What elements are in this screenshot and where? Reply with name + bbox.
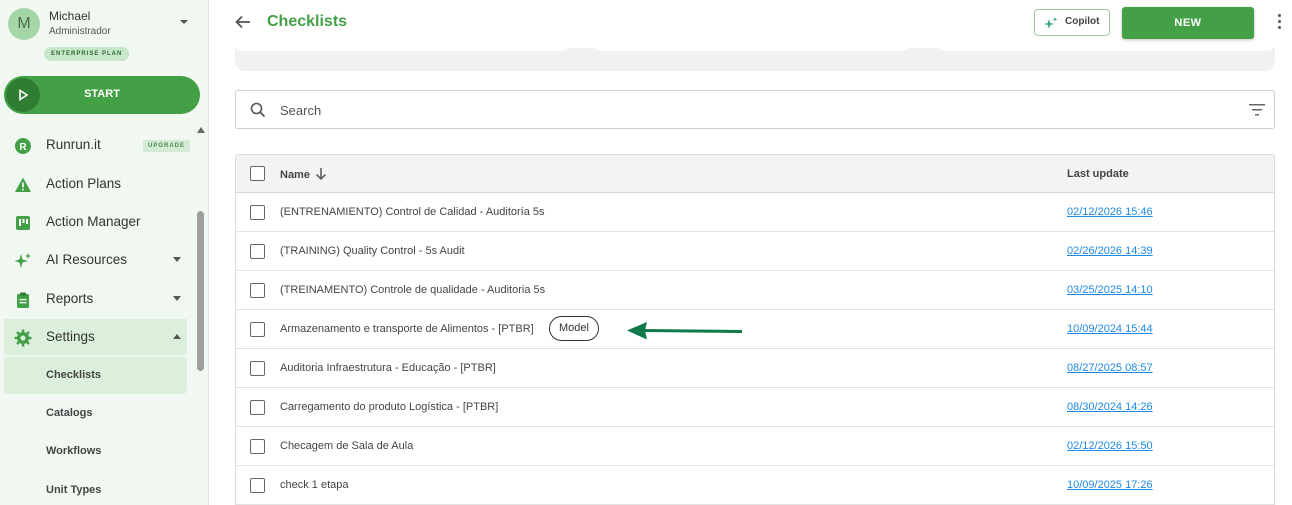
row-date-link[interactable]: 08/30/2024 14:26 bbox=[1067, 401, 1153, 413]
table-header: Name Last update bbox=[236, 155, 1274, 193]
sidebar-subitem-checklists[interactable]: Checklists bbox=[4, 357, 187, 394]
start-button[interactable]: START bbox=[4, 76, 200, 114]
row-checkbox[interactable] bbox=[250, 439, 265, 454]
row-checkbox[interactable] bbox=[250, 478, 265, 493]
avatar: M bbox=[8, 8, 40, 40]
row-name[interactable]: Auditoria Infraestrutura - Educação - [P… bbox=[280, 362, 496, 374]
row-name[interactable]: (ENTRENAMIENTO) Control de Calidad - Aud… bbox=[280, 206, 545, 218]
row-checkbox[interactable] bbox=[250, 322, 265, 337]
user-name: Michael bbox=[49, 9, 91, 23]
table-row[interactable]: (TRAINING) Quality Control - 5s Audit 02… bbox=[236, 232, 1274, 271]
table-row[interactable]: Checagem de Sala de Aula 02/12/2026 15:5… bbox=[236, 427, 1274, 466]
row-checkbox[interactable] bbox=[250, 244, 265, 259]
row-date-link[interactable]: 03/25/2025 14:10 bbox=[1067, 284, 1153, 296]
copilot-label: Copilot bbox=[1065, 16, 1100, 27]
table-row[interactable]: Auditoria Infraestrutura - Educação - [P… bbox=[236, 349, 1274, 388]
svg-text:R: R bbox=[19, 142, 27, 153]
row-name[interactable]: Checagem de Sala de Aula bbox=[280, 440, 413, 452]
row-date-link[interactable]: 02/12/2026 15:46 bbox=[1067, 206, 1153, 218]
select-all-checkbox[interactable] bbox=[250, 166, 265, 181]
scroll-thumb[interactable] bbox=[197, 211, 204, 371]
row-date-link[interactable]: 08/27/2025 08:57 bbox=[1067, 362, 1153, 374]
sidebar-item-runrun[interactable]: R Runrun.it UPGRADE bbox=[4, 127, 191, 163]
sparkle-icon bbox=[14, 253, 31, 268]
filter-icon[interactable] bbox=[1249, 103, 1265, 117]
chevron-down-icon bbox=[173, 257, 181, 262]
gear-icon bbox=[14, 329, 32, 347]
kanban-icon bbox=[16, 216, 30, 230]
user-menu[interactable]: M Michael Administrador ENTERPRISE PLAN bbox=[8, 6, 203, 64]
sidebar-item-label: Action Plans bbox=[46, 176, 122, 191]
chevron-down-icon[interactable] bbox=[178, 16, 190, 28]
sidebar-item-action-plans[interactable]: Action Plans bbox=[4, 166, 187, 202]
sidebar-item-ai-resources[interactable]: AI Resources bbox=[4, 242, 187, 278]
row-date-link[interactable]: 02/26/2026 14:39 bbox=[1067, 245, 1153, 257]
copilot-button[interactable]: Copilot bbox=[1034, 9, 1110, 36]
sort-down-icon[interactable] bbox=[315, 167, 327, 181]
row-checkbox[interactable] bbox=[250, 205, 265, 220]
user-role: Administrador bbox=[49, 26, 111, 37]
sparkle-icon bbox=[1044, 17, 1058, 29]
sidebar-subitem-label: Unit Types bbox=[46, 484, 102, 496]
row-checkbox[interactable] bbox=[250, 400, 265, 415]
scroll-up-icon[interactable] bbox=[197, 127, 205, 133]
back-arrow-icon[interactable] bbox=[234, 13, 252, 31]
sidebar-item-label: Settings bbox=[46, 329, 95, 344]
more-options-icon[interactable] bbox=[1277, 14, 1283, 32]
row-date-link[interactable]: 10/09/2024 15:44 bbox=[1067, 323, 1153, 335]
sidebar-item-label: AI Resources bbox=[46, 252, 128, 267]
sidebar-item-action-manager[interactable]: Action Manager bbox=[4, 204, 187, 240]
warning-icon bbox=[15, 177, 31, 192]
top-bar: Checklists Copilot NEW bbox=[210, 0, 1292, 48]
row-name[interactable]: (TREINAMENTO) Controle de qualidade - Au… bbox=[280, 284, 545, 296]
checklists-table: Name Last update (ENTRENAMIENTO) Control… bbox=[235, 154, 1275, 505]
row-checkbox[interactable] bbox=[250, 283, 265, 298]
search-input[interactable] bbox=[280, 100, 1220, 120]
row-date-link[interactable]: 10/09/2025 17:26 bbox=[1067, 479, 1153, 491]
annotation-arrow-icon bbox=[627, 322, 743, 340]
sidebar-item-label: Runrun.it bbox=[46, 137, 101, 152]
row-date-link[interactable]: 02/12/2026 15:50 bbox=[1067, 440, 1153, 452]
sidebar: M Michael Administrador ENTERPRISE PLAN … bbox=[0, 0, 209, 505]
sidebar-item-label: Reports bbox=[46, 291, 94, 306]
sidebar-item-settings[interactable]: Settings bbox=[4, 319, 187, 355]
new-button[interactable]: NEW bbox=[1122, 7, 1254, 39]
runrun-logo-icon: R bbox=[15, 138, 31, 154]
search-box bbox=[235, 90, 1275, 129]
table-row[interactable]: check 1 etapa 10/09/2025 17:26 bbox=[236, 466, 1274, 505]
row-name[interactable]: Armazenamento e transporte de Alimentos … bbox=[280, 323, 534, 335]
column-header-name[interactable]: Name bbox=[280, 169, 310, 181]
sidebar-subitem-unit-types[interactable]: Unit Types bbox=[4, 472, 187, 505]
sidebar-subitem-label: Catalogs bbox=[46, 407, 93, 419]
table-row[interactable]: (TREINAMENTO) Controle de qualidade - Au… bbox=[236, 271, 1274, 310]
clipboard-icon bbox=[17, 292, 29, 308]
row-name[interactable]: (TRAINING) Quality Control - 5s Audit bbox=[280, 245, 465, 257]
row-name[interactable]: Carregamento do produto Logística - [PTB… bbox=[280, 401, 498, 413]
table-row[interactable]: (ENTRENAMIENTO) Control de Calidad - Aud… bbox=[236, 193, 1274, 232]
sidebar-subitem-label: Workflows bbox=[46, 445, 102, 457]
table-row[interactable]: Armazenamento e transporte de Alimentos … bbox=[236, 310, 1274, 349]
table-row[interactable]: Carregamento do produto Logística - [PTB… bbox=[236, 388, 1274, 427]
chevron-up-icon bbox=[173, 334, 181, 339]
sidebar-scrollbar[interactable] bbox=[196, 125, 205, 505]
sidebar-subitem-workflows[interactable]: Workflows bbox=[4, 433, 187, 470]
sidebar-item-reports[interactable]: Reports bbox=[4, 281, 187, 317]
chevron-down-icon bbox=[173, 296, 181, 301]
sidebar-subitem-catalogs[interactable]: Catalogs bbox=[4, 395, 187, 432]
plan-badge: ENTERPRISE PLAN bbox=[44, 47, 130, 61]
upgrade-badge[interactable]: UPGRADE bbox=[143, 140, 191, 152]
model-badge: Model bbox=[549, 316, 599, 341]
sidebar-item-label: Action Manager bbox=[46, 214, 141, 229]
sidebar-subitem-label: Checklists bbox=[46, 369, 102, 381]
row-checkbox[interactable] bbox=[250, 361, 265, 376]
row-name[interactable]: check 1 etapa bbox=[280, 479, 349, 491]
search-icon bbox=[250, 102, 266, 118]
start-label: START bbox=[84, 88, 120, 100]
column-header-last-update[interactable]: Last update bbox=[1067, 168, 1129, 180]
page-title: Checklists bbox=[267, 13, 348, 30]
